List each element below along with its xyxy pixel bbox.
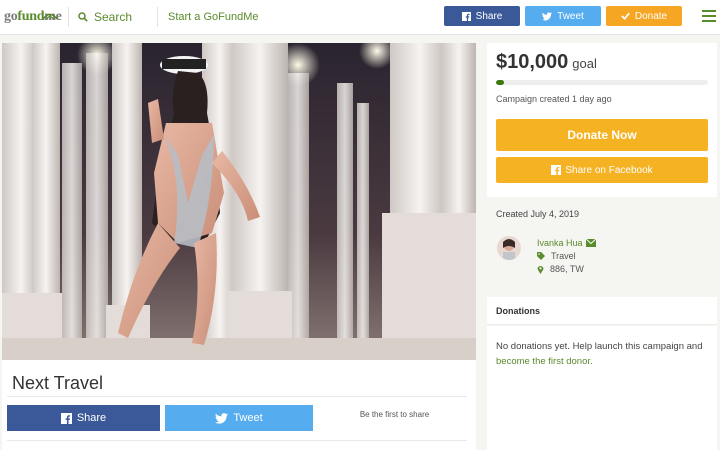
twitter-icon xyxy=(215,412,229,424)
organizer-avatar[interactable] xyxy=(497,236,521,260)
top-navigation-bar: gofundme Search Start a GoFundMe Share T… xyxy=(0,0,720,35)
donations-panel: No donations yet. Help launch this campa… xyxy=(487,326,717,450)
hamburger-menu-icon[interactable] xyxy=(702,10,716,25)
goal-amount-label: goal xyxy=(572,56,597,71)
logo-leaf-icon xyxy=(42,13,58,20)
header-divider xyxy=(68,7,69,27)
divider xyxy=(7,396,467,397)
share-on-facebook-label: Share on Facebook xyxy=(565,164,653,176)
check-icon xyxy=(621,12,630,20)
search-link[interactable]: Search xyxy=(78,10,132,24)
location-label: 886, TW xyxy=(550,264,584,274)
facebook-icon xyxy=(461,11,471,21)
search-label: Search xyxy=(94,10,133,24)
progress-fill xyxy=(496,80,505,85)
header-donate-label: Donate xyxy=(634,10,668,22)
campaign-created-ago: Campaign created 1 day ago xyxy=(496,94,612,104)
header-tweet-button[interactable]: Tweet xyxy=(525,6,601,26)
donations-header: Donations xyxy=(487,297,717,325)
progress-bar xyxy=(496,80,708,85)
goal-amount: $10,000 goal xyxy=(496,51,597,74)
location-pin-icon xyxy=(537,265,544,274)
campaign-share-label: Share xyxy=(76,412,107,424)
campaign-tweet-label: Tweet xyxy=(233,412,263,424)
donate-now-button[interactable]: Donate Now xyxy=(496,119,708,151)
start-gofundme-link[interactable]: Start a GoFundMe xyxy=(168,11,259,23)
organizer-name: Ivanka Hua xyxy=(537,238,583,248)
header-donate-button[interactable]: Donate xyxy=(606,6,682,26)
campaign-share-button[interactable]: Share xyxy=(7,405,160,431)
goal-card: $10,000 goal Campaign created 1 day ago … xyxy=(487,43,717,197)
campaign-tweet-button[interactable]: Tweet xyxy=(165,405,313,431)
share-on-facebook-button[interactable]: Share on Facebook xyxy=(496,157,708,183)
campaign-card: Next Travel Share Tweet Be the first to … xyxy=(2,43,476,450)
donations-heading: Donations xyxy=(496,306,540,316)
facebook-icon xyxy=(60,412,72,424)
envelope-icon[interactable] xyxy=(585,239,596,247)
twitter-icon xyxy=(542,11,553,20)
header-tweet-label: Tweet xyxy=(557,10,584,22)
header-share-label: Share xyxy=(475,10,503,22)
category-row: Travel xyxy=(537,251,576,261)
first-to-share-text: Be the first to share xyxy=(359,410,430,419)
tag-icon xyxy=(537,252,545,260)
heart-icon[interactable] xyxy=(438,53,476,360)
facebook-icon xyxy=(551,165,562,175)
divider xyxy=(7,440,467,441)
goal-amount-value: $10,000 xyxy=(496,51,569,73)
category-label: Travel xyxy=(551,251,576,261)
organizer-name-link[interactable]: Ivanka Hua xyxy=(537,238,596,248)
no-donations-text: No donations yet. Help launch this campa… xyxy=(496,341,703,352)
location-row: 886, TW xyxy=(537,264,584,274)
become-first-donor-link[interactable]: become the first donor. xyxy=(496,356,593,367)
campaign-title: Next Travel xyxy=(12,373,104,393)
header-divider xyxy=(157,7,158,27)
campaign-hero-image xyxy=(2,43,476,360)
header-share-button[interactable]: Share xyxy=(444,6,520,26)
organizer-info: Created July 4, 2019 Ivanka Hua Travel 8… xyxy=(487,200,717,286)
created-date: Created July 4, 2019 xyxy=(496,209,580,219)
search-icon xyxy=(78,12,88,22)
no-donations-message: No donations yet. Help launch this campa… xyxy=(496,339,708,369)
gofundme-logo[interactable]: gofundme xyxy=(4,9,62,25)
